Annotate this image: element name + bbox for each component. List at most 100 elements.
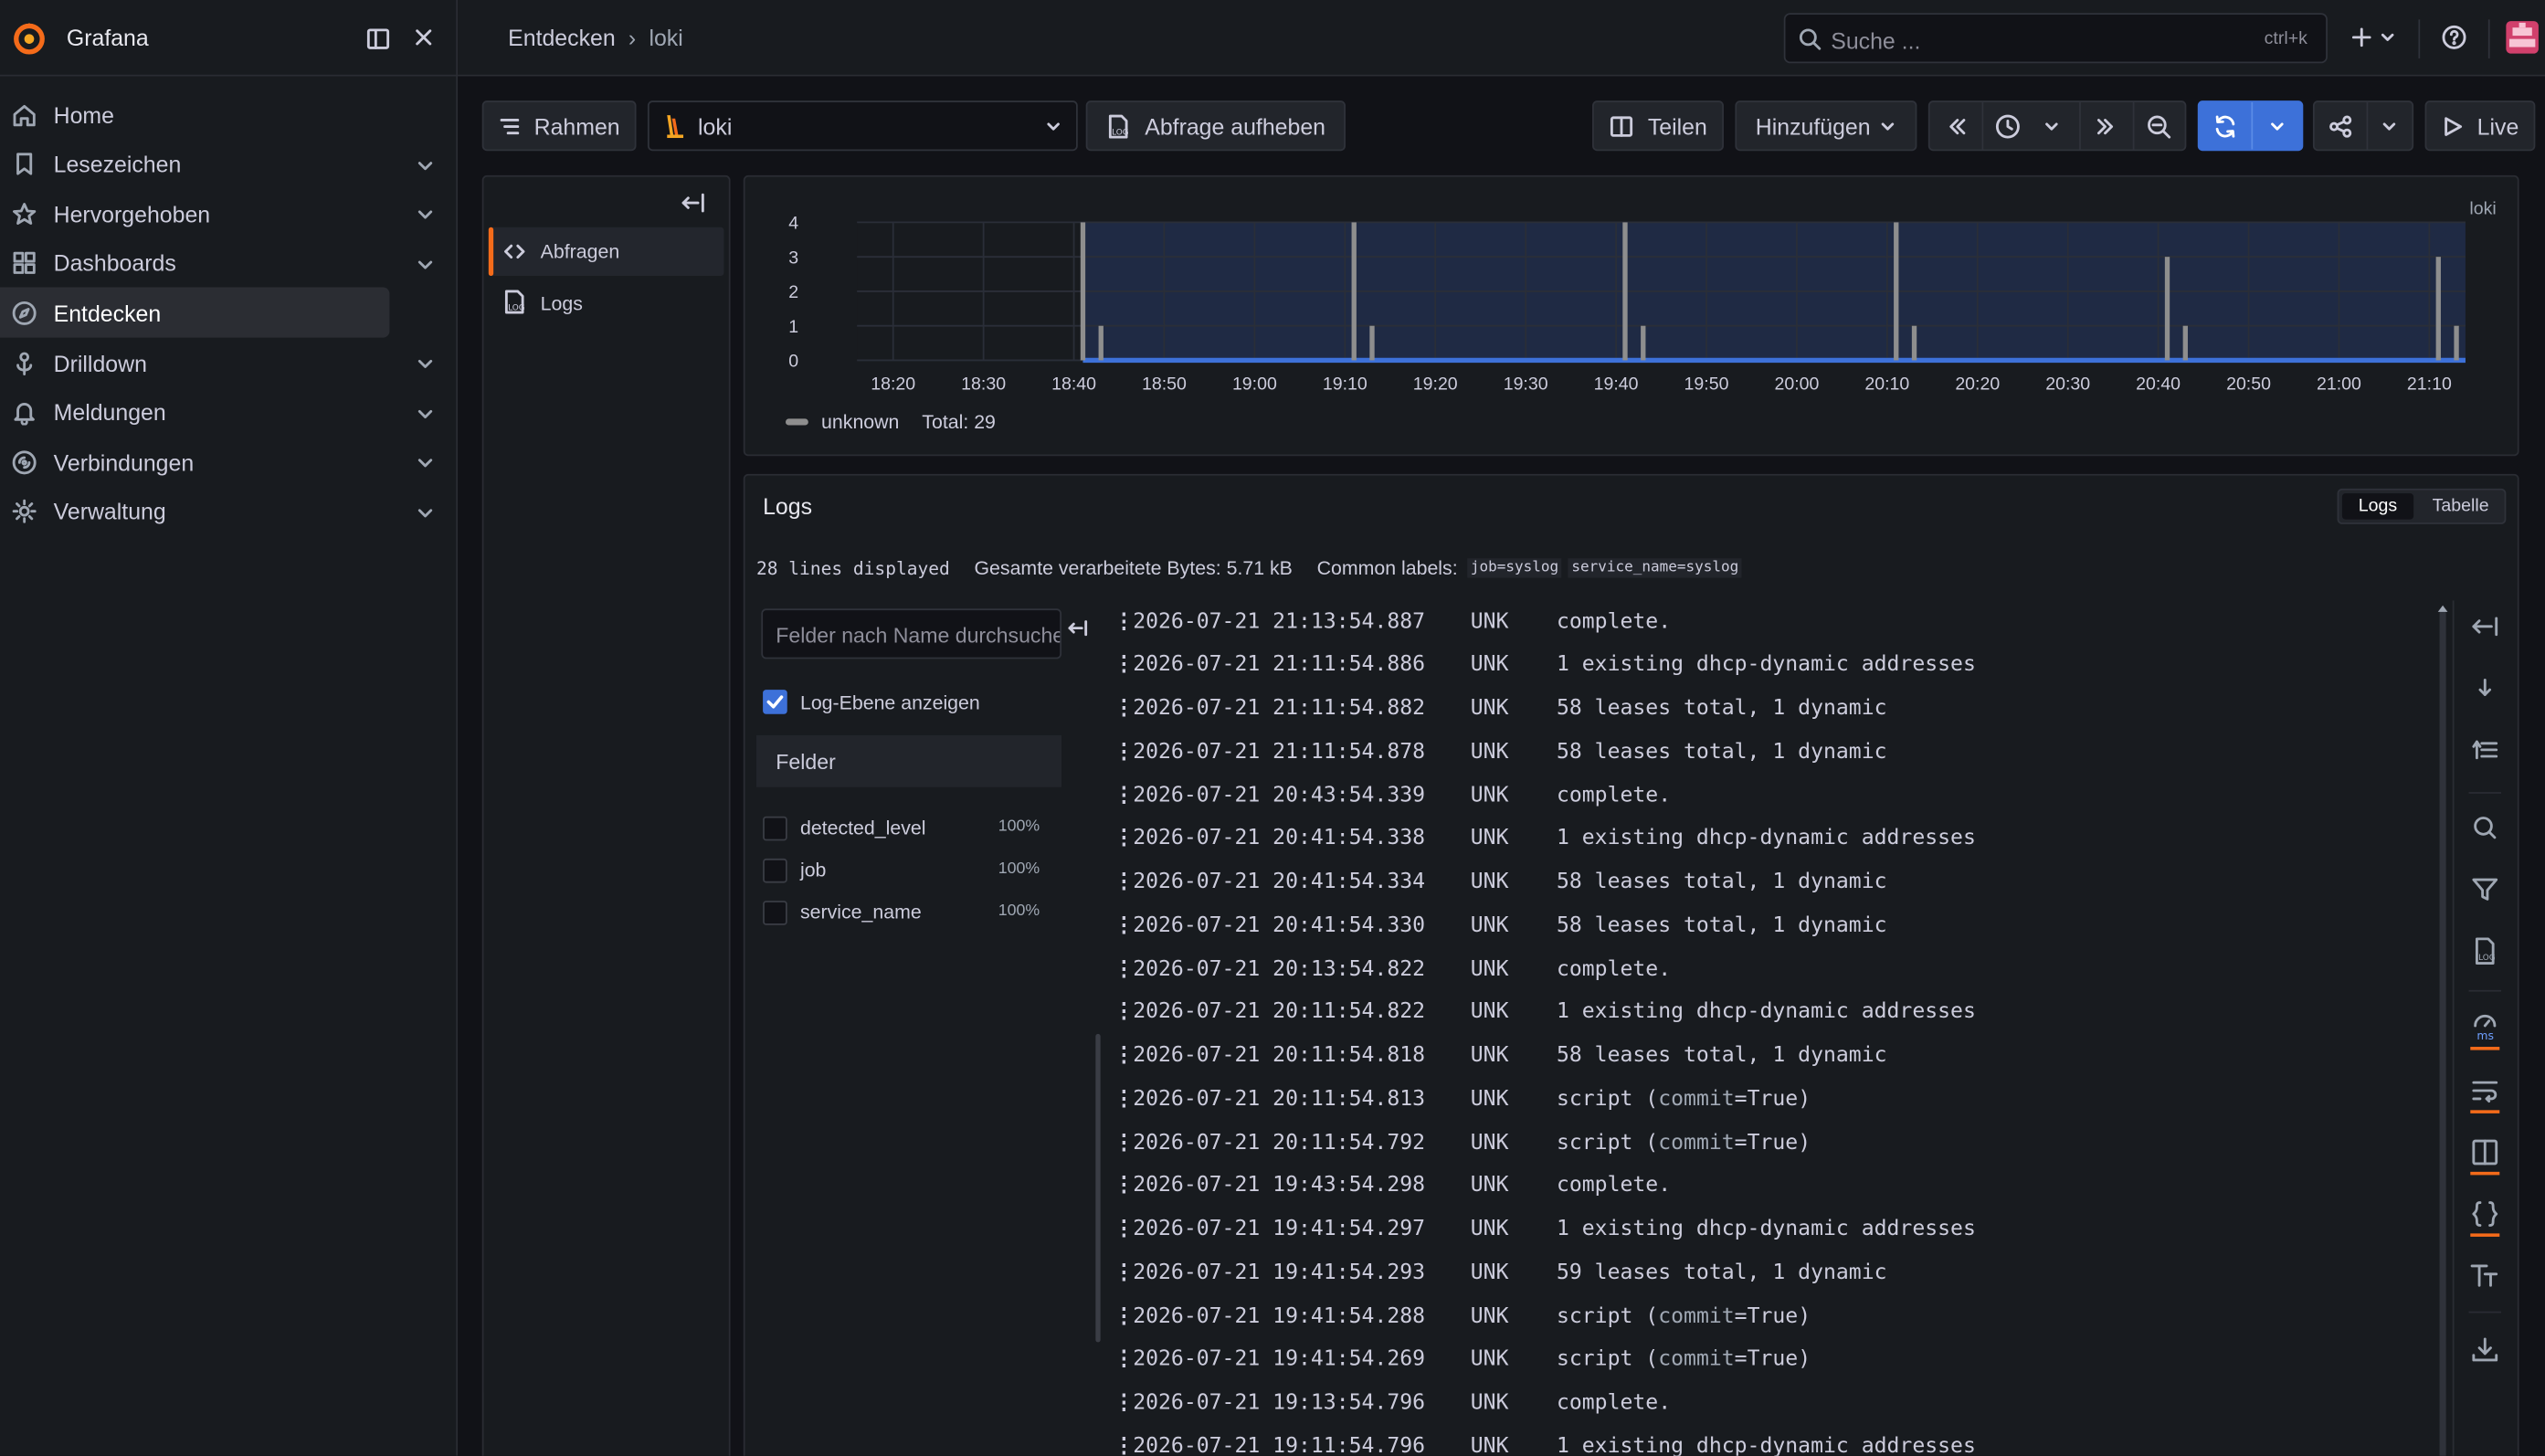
log-row-menu-icon[interactable]: ⋮ (1114, 1261, 1135, 1285)
avatar[interactable] (2506, 21, 2539, 54)
log-row-menu-icon[interactable]: ⋮ (1114, 1304, 1135, 1329)
show-level-checkbox[interactable] (763, 690, 787, 714)
columns-icon[interactable] (2469, 1136, 2502, 1169)
sidebar-item-verwaltung[interactable]: Verwaltung (0, 487, 389, 537)
log-row[interactable]: ⋮ 2026-07-21 21:13:54.887 UNK complete. (1114, 600, 1671, 642)
collapse-fields-icon[interactable] (1066, 617, 1089, 639)
clock-icon[interactable] (1995, 113, 2021, 139)
sort-order-icon[interactable] (2469, 733, 2502, 766)
share-button[interactable] (2312, 100, 2414, 152)
log-row[interactable]: ⋮ 2026-07-21 20:13:54.822 UNK complete. (1114, 948, 1671, 990)
log-row[interactable]: ⋮ 2026-07-21 19:41:54.288 UNK script (commi… (1114, 1295, 1811, 1337)
shift-back-icon[interactable] (1946, 115, 1969, 138)
field-checkbox[interactable] (763, 901, 787, 925)
outline-item-abfragen[interactable]: Abfragen (488, 227, 724, 277)
sidebar-item-dashboards[interactable]: Dashboards (0, 238, 389, 289)
log-row-menu-icon[interactable]: ⋮ (1114, 1087, 1135, 1112)
shift-forward-icon[interactable] (2094, 115, 2117, 138)
scroll-up-arrow-icon[interactable] (2434, 604, 2451, 614)
log-row[interactable]: ⋮ 2026-07-21 20:11:54.822 UNK 1 existing dh… (1114, 991, 1976, 1033)
field-checkbox[interactable] (763, 858, 787, 883)
sidebar-item-entdecken[interactable]: Entdecken (0, 288, 390, 339)
chevron-down-icon[interactable] (414, 153, 437, 176)
log-row-menu-icon[interactable]: ⋮ (1114, 653, 1135, 678)
log-row-menu-icon[interactable]: ⋮ (1114, 1391, 1135, 1416)
log-level-icon[interactable]: LOG (2469, 934, 2502, 967)
log-row-menu-icon[interactable]: ⋮ (1114, 609, 1135, 634)
log-row[interactable]: ⋮ 2026-07-21 20:11:54.818 UNK 58 leases tot… (1114, 1035, 1887, 1077)
timestamp-ms-icon[interactable]: ms (2469, 1009, 2502, 1042)
toggle-tabelle[interactable]: Tabelle (2420, 493, 2501, 519)
log-row-menu-icon[interactable]: ⋮ (1114, 1347, 1135, 1372)
log-row[interactable]: ⋮ 2026-07-21 20:43:54.339 UNK complete. (1114, 775, 1671, 817)
log-row[interactable]: ⋮ 2026-07-21 20:41:54.338 UNK 1 existing dh… (1114, 818, 1976, 860)
teilen-button[interactable]: Teilen (1592, 100, 1724, 152)
chevron-down-icon[interactable] (414, 203, 437, 226)
search-input[interactable]: Suche ... ctrl+k (1783, 13, 2328, 64)
log-row[interactable]: ⋮ 2026-07-21 19:13:54.796 UNK complete. (1114, 1382, 1671, 1424)
log-row[interactable]: ⋮ 2026-07-21 19:41:54.293 UNK 59 leases tot… (1114, 1251, 1887, 1293)
font-size-icon[interactable] (2469, 1260, 2502, 1292)
collapse-outline-icon[interactable] (680, 190, 705, 216)
log-row-menu-icon[interactable]: ⋮ (1114, 1043, 1135, 1068)
legend-series-label[interactable]: unknown (821, 411, 899, 434)
field-row[interactable]: detected_level 100% (761, 815, 1053, 844)
log-row-menu-icon[interactable]: ⋮ (1114, 1131, 1135, 1155)
log-row[interactable]: ⋮ 2026-07-21 21:11:54.882 UNK 58 leases tot… (1114, 687, 1887, 729)
refresh-button[interactable] (2197, 100, 2304, 152)
log-row[interactable]: ⋮ 2026-07-21 20:41:54.334 UNK 58 leases tot… (1114, 861, 1887, 903)
toggle-logs[interactable]: Logs (2341, 493, 2414, 520)
time-range-chevron-down-icon[interactable] (2043, 119, 2060, 135)
field-row[interactable]: job 100% (761, 857, 1053, 886)
sidebar-item-verbindungen[interactable]: Verbindungen (0, 437, 389, 487)
wrap-lines-icon[interactable] (2469, 1074, 2502, 1107)
log-row[interactable]: ⋮ 2026-07-21 20:41:54.330 UNK 58 leases tot… (1114, 904, 1887, 946)
log-row[interactable]: ⋮ 2026-07-21 21:11:54.878 UNK 58 leases tot… (1114, 731, 1887, 773)
sidebar-item-hervorgehoben[interactable]: Hervorgehoben (0, 188, 389, 238)
new-chevron-down-icon[interactable] (2380, 29, 2396, 46)
abfrage-aufheben-button[interactable]: LOG Abfrage aufheben (1085, 100, 1346, 152)
log-row[interactable]: ⋮ 2026-07-21 19:11:54.796 UNK 1 existing dh… (1114, 1425, 1976, 1456)
log-row-menu-icon[interactable]: ⋮ (1114, 1218, 1135, 1242)
dock-menu-icon[interactable] (365, 26, 391, 51)
field-checkbox[interactable] (763, 816, 787, 841)
log-row[interactable]: ⋮ 2026-07-21 20:11:54.792 UNK script (commi… (1114, 1122, 1811, 1164)
sidebar-item-drilldown[interactable]: Drilldown (0, 338, 389, 388)
logs-scrollbar[interactable] (2439, 610, 2446, 1456)
datasource-picker[interactable]: loki (647, 100, 1078, 152)
log-row-menu-icon[interactable]: ⋮ (1114, 913, 1135, 938)
log-row-menu-icon[interactable]: ⋮ (1114, 827, 1135, 851)
log-row-menu-icon[interactable]: ⋮ (1114, 783, 1135, 807)
log-row-menu-icon[interactable]: ⋮ (1114, 1434, 1135, 1456)
scroll-bottom-icon[interactable] (2469, 672, 2502, 705)
close-icon[interactable] (412, 26, 435, 48)
refresh-chevron-down-icon[interactable] (2269, 119, 2286, 135)
log-row-menu-icon[interactable]: ⋮ (1114, 870, 1135, 894)
log-row-menu-icon[interactable]: ⋮ (1114, 696, 1135, 721)
breadcrumb-entdecken[interactable]: Entdecken (508, 25, 616, 50)
chevron-down-icon[interactable] (414, 501, 437, 524)
log-row-menu-icon[interactable]: ⋮ (1114, 1174, 1135, 1198)
share-chevron-down-icon[interactable] (2381, 119, 2398, 135)
grafana-logo-icon[interactable] (11, 21, 47, 57)
chevron-down-icon[interactable] (414, 353, 437, 375)
search-logs-icon[interactable] (2469, 811, 2502, 844)
log-row[interactable]: ⋮ 2026-07-21 21:11:54.886 UNK 1 existing dh… (1114, 644, 1976, 686)
collapse-controls-icon[interactable] (2469, 610, 2502, 643)
chevron-down-icon[interactable] (414, 451, 437, 474)
log-row[interactable]: ⋮ 2026-07-21 19:43:54.298 UNK complete. (1114, 1165, 1671, 1207)
field-search-input[interactable]: Felder nach Name durchsuchen (761, 608, 1062, 659)
help-icon[interactable] (2441, 25, 2466, 50)
filter-icon[interactable] (2469, 873, 2502, 906)
outline-item-logs[interactable]: LOG Logs (489, 278, 724, 326)
download-icon[interactable] (2469, 1335, 2502, 1367)
log-row[interactable]: ⋮ 2026-07-21 19:41:54.297 UNK 1 existing dh… (1114, 1208, 1976, 1250)
zoom-out-icon[interactable] (2146, 113, 2171, 139)
chevron-down-icon[interactable] (414, 253, 437, 276)
log-row-menu-icon[interactable]: ⋮ (1114, 740, 1135, 765)
sidebar-item-home[interactable]: Home (0, 90, 389, 140)
live-button[interactable]: Live (2424, 100, 2536, 152)
log-row-menu-icon[interactable]: ⋮ (1114, 956, 1135, 981)
sidebar-item-meldungen[interactable]: Meldungen (0, 387, 389, 438)
rahmen-button[interactable]: Rahmen (481, 100, 637, 152)
